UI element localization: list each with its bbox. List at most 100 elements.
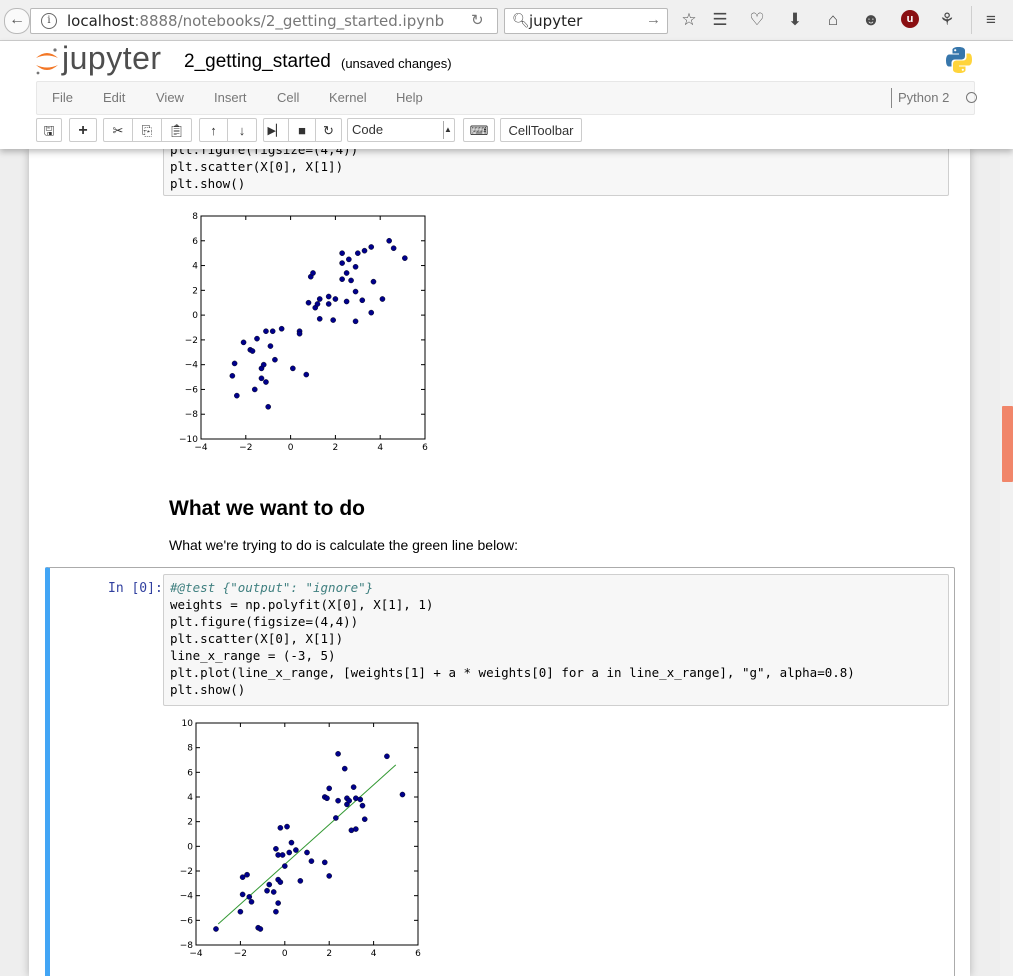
y-tick-label: 0	[192, 311, 198, 321]
scatter-point	[399, 791, 406, 798]
y-tick-label: 0	[187, 842, 193, 852]
ublock-extension-icon[interactable]: u	[901, 10, 919, 28]
back-arrow-icon[interactable]: ←	[4, 8, 30, 34]
menu-file[interactable]: File	[52, 90, 73, 105]
code-line: weights = np.polyfit(X[0], X[1], 1)	[170, 596, 433, 613]
scatter-plot-1: −4 −2 0 2 4 6−10−8−6−4−202468	[179, 212, 428, 453]
scatter-point	[275, 900, 281, 906]
move-down-button[interactable]: ↓	[228, 118, 257, 142]
extension-icon[interactable]: ⚘	[936, 9, 958, 31]
scatter-point	[237, 908, 244, 915]
scatter-plot-output-1: −4 −2 0 2 4 6 −10 −8 −6 −4 −2 0 2 4 6 8	[164, 207, 444, 460]
scatter-point	[368, 309, 375, 316]
code-line: plt.show()	[170, 681, 245, 698]
home-icon[interactable]: ⌂	[822, 9, 844, 31]
interrupt-kernel-button[interactable]: ■	[289, 118, 316, 142]
code-cell-input[interactable]: #@test {"output": "ignore"} weights = np…	[163, 574, 949, 706]
code-line: line_x_range = (-3, 5)	[170, 647, 336, 664]
address-bar[interactable]: i localhost:8888/notebooks/2_getting_sta…	[30, 8, 498, 34]
code-line: plt.scatter(X[0], X[1])	[170, 630, 343, 647]
cell-type-value: Code	[352, 122, 384, 137]
scatter-point	[272, 356, 278, 363]
command-palette-button[interactable]: ⌨	[463, 118, 495, 142]
y-tick-label: 4	[192, 262, 198, 272]
x-tick-label: −2	[234, 949, 247, 959]
notebook-scroll-area[interactable]: plt.figure(figsize=(4,4)) plt.scatter(X[…	[0, 149, 1000, 976]
scatter-point	[348, 277, 354, 284]
search-input[interactable]: jupyter	[529, 12, 582, 30]
celltoolbar-button[interactable]: CellToolbar	[500, 118, 582, 142]
scatter-point	[278, 325, 285, 332]
scrollbar-thumb[interactable]	[1002, 406, 1013, 482]
reload-icon[interactable]: ↻	[471, 11, 484, 29]
y-tick-label: 2	[192, 286, 198, 296]
scatter-point	[260, 361, 267, 368]
x-tick-label: 6	[415, 949, 421, 959]
search-go-arrow-icon[interactable]: →	[646, 11, 661, 28]
url-host: localhost	[67, 12, 135, 30]
scatter-point	[229, 373, 236, 379]
move-up-button[interactable]: ↑	[199, 118, 228, 142]
bookmark-star-icon[interactable]: ☆	[678, 9, 700, 31]
scatter-point	[359, 297, 366, 304]
hello-chat-icon[interactable]: ☻	[860, 9, 882, 31]
reading-list-icon[interactable]: ☰	[709, 9, 731, 31]
scatter-point	[390, 245, 397, 252]
scatter-point	[402, 255, 408, 261]
y-tick-label: 2	[187, 818, 193, 828]
y-tick-label: −6	[180, 916, 194, 926]
scatter-point	[284, 823, 290, 830]
scatter-point	[361, 816, 368, 822]
scatter-point	[346, 256, 352, 263]
jupyter-logo-icon[interactable]	[34, 44, 60, 78]
downloads-icon[interactable]: ⬇	[784, 9, 806, 31]
scatter-point	[246, 894, 253, 900]
menu-help[interactable]: Help	[396, 90, 423, 105]
paste-button[interactable]: 📋︎	[162, 118, 192, 142]
page-scrollbar[interactable]	[1000, 149, 1013, 976]
scatter-point	[264, 887, 270, 894]
scatter-point	[273, 908, 279, 915]
scatter-point	[354, 250, 361, 256]
y-tick-label: 4	[187, 793, 193, 803]
run-cell-button[interactable]: ▶▏	[263, 118, 289, 142]
copy-button[interactable]: ⎘	[133, 118, 162, 142]
menu-insert[interactable]: Insert	[214, 90, 247, 105]
scatter-point	[326, 873, 332, 879]
menu-edit[interactable]: Edit	[103, 90, 125, 105]
scatter-point	[343, 270, 350, 276]
site-info-icon[interactable]: i	[41, 13, 57, 29]
menu-kernel[interactable]: Kernel	[329, 90, 367, 105]
menu-view[interactable]: View	[156, 90, 184, 105]
code-cell-input-partial[interactable]: plt.figure(figsize=(4,4)) plt.scatter(X[…	[163, 149, 949, 196]
scatter-point	[304, 849, 310, 856]
cell-type-select[interactable]: Code ▲	[347, 118, 455, 142]
kernel-idle-indicator-icon	[966, 92, 977, 103]
cut-button[interactable]: ✂	[103, 118, 133, 142]
scatter-point	[316, 316, 323, 322]
y-tick-label: −4	[180, 892, 194, 902]
pocket-icon[interactable]: ♡	[746, 9, 768, 31]
save-button[interactable]: 🖫︎	[36, 118, 62, 142]
code-line-text: plt.scatter(X[0], X[1])	[170, 159, 344, 174]
hamburger-menu-icon[interactable]: ≡	[980, 9, 1002, 31]
browser-toolbar: ← i localhost:8888/notebooks/2_getting_s…	[0, 0, 1013, 41]
code-line-text: plt.show()	[170, 682, 246, 697]
code-line-text: weights = np.polyfit(X[0], X[1], 1)	[170, 597, 434, 612]
url-text[interactable]: localhost:8888/notebooks/2_getting_start…	[67, 12, 444, 30]
scatter-point	[343, 298, 350, 305]
restart-kernel-button[interactable]: ↻	[316, 118, 342, 142]
scatter-point	[263, 328, 269, 335]
search-bar[interactable]: 🔍︎ jupyter →	[504, 8, 668, 34]
scatter-point	[308, 858, 315, 864]
code-line: plt.plot(line_x_range, [weights[1] + a *…	[170, 664, 855, 681]
scatter-point	[339, 250, 345, 256]
notebook-name[interactable]: 2_getting_started	[184, 51, 331, 73]
x-tick-label: 0	[282, 949, 288, 959]
scatter-point	[335, 751, 341, 757]
insert-cell-button[interactable]: +	[69, 118, 97, 142]
code-line-text: plt.plot(line_x_range, [weights[1] + a *…	[170, 665, 855, 680]
jupyter-logo-text[interactable]: jupyter	[62, 40, 162, 77]
y-tick-label: −8	[180, 941, 194, 951]
menu-cell[interactable]: Cell	[277, 90, 299, 105]
